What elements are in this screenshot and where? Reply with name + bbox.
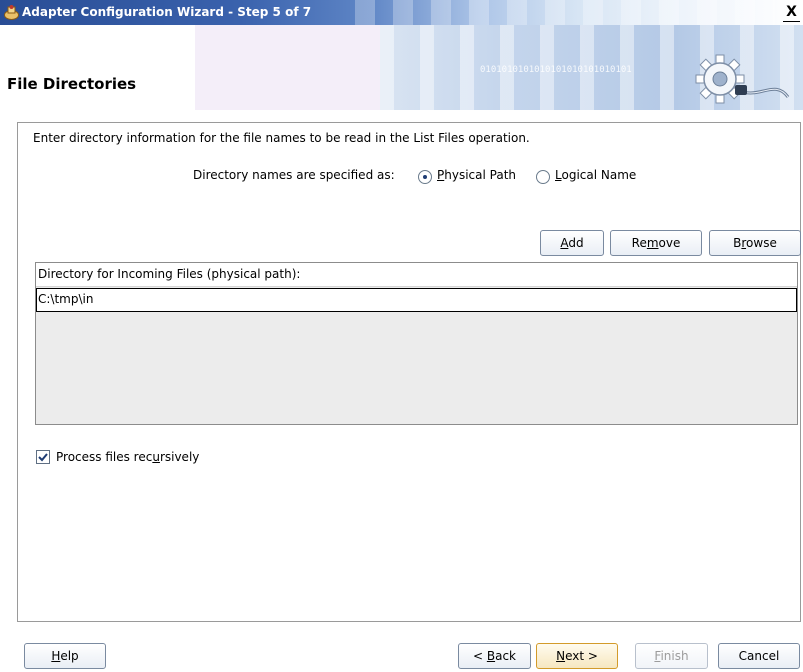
wizard-banner: 0101010101010101010101010101 File Direct… xyxy=(0,25,803,110)
logical-name-label[interactable]: Logical Name xyxy=(555,168,636,182)
physical-path-label[interactable]: Physical Path xyxy=(437,168,516,182)
page-title: File Directories xyxy=(7,75,137,93)
logical-name-radio[interactable] xyxy=(536,170,550,184)
title-bar-stripes xyxy=(355,0,775,25)
add-button[interactable]: Add xyxy=(540,230,604,256)
title-bar: Adapter Configuration Wizard - Step 5 of… xyxy=(0,0,803,25)
banner-mid xyxy=(195,25,380,110)
app-icon xyxy=(4,5,19,20)
table-header: Directory for Incoming Files (physical p… xyxy=(36,263,797,287)
checkmark-icon xyxy=(38,453,48,462)
directory-spec-label: Directory names are specified as: xyxy=(193,168,395,182)
window-title: Adapter Configuration Wizard - Step 5 of… xyxy=(22,5,312,19)
help-button[interactable]: Help xyxy=(24,643,106,669)
recursive-label[interactable]: Process files recursively xyxy=(56,450,199,464)
browse-button[interactable]: Browse xyxy=(709,230,801,256)
back-button[interactable]: < Back xyxy=(458,643,531,669)
intro-text: Enter directory information for the file… xyxy=(33,131,530,145)
finish-button[interactable]: Finish xyxy=(635,643,708,669)
gear-plug-icon xyxy=(695,54,790,104)
physical-path-label-rest: hysical Path xyxy=(444,168,517,182)
close-icon[interactable]: X xyxy=(783,4,800,22)
directory-table: Directory for Incoming Files (physical p… xyxy=(35,262,798,425)
radio-selected-dot xyxy=(423,175,427,179)
next-button[interactable]: Next > xyxy=(536,643,618,669)
banner-binary-text: 0101010101010101010101010101 xyxy=(480,65,632,75)
table-row[interactable]: C:\tmp\in xyxy=(36,288,797,312)
remove-button[interactable]: Remove xyxy=(610,230,702,256)
cancel-button[interactable]: Cancel xyxy=(718,643,800,669)
physical-path-radio[interactable] xyxy=(418,170,432,184)
recursive-checkbox[interactable] xyxy=(36,450,50,464)
banner-left xyxy=(0,25,195,110)
logical-name-label-rest: ogical Name xyxy=(561,168,637,182)
